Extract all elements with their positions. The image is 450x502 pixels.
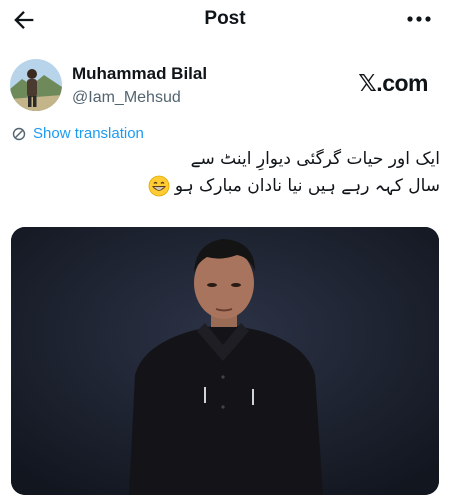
x-logo: 𝕏.com xyxy=(358,70,428,96)
tweet-line-2-row: سال کہہ رہے ہیں نیا نادان مبارک ہو xyxy=(40,173,440,200)
video-still xyxy=(11,227,439,495)
page-title: Post xyxy=(204,8,246,29)
globe-icon xyxy=(12,127,26,140)
grinning-face-emoji xyxy=(148,175,169,197)
show-translation-label: Show translation xyxy=(33,125,144,142)
more-horizontal-icon[interactable] xyxy=(406,12,432,26)
tweet-line-1: ایک اور حیات گرگئی دیوارِ اینٹ سے xyxy=(190,149,440,169)
tweet-media[interactable] xyxy=(11,227,439,495)
author-handle[interactable]: @Iam_Mehsud xyxy=(72,89,207,107)
author-name[interactable]: Muhammad Bilal xyxy=(72,64,207,84)
author-info: Muhammad Bilal @Iam_Mehsud xyxy=(72,64,207,107)
tweet-line-2: سال کہہ رہے ہیں نیا نادان مبارک ہو xyxy=(174,176,440,196)
top-bar: Post xyxy=(0,0,450,40)
show-translation-link[interactable]: Show translation xyxy=(12,125,144,142)
avatar[interactable] xyxy=(10,59,62,111)
avatar-photo xyxy=(10,59,62,111)
tweet-text: ایک اور حیات گرگئی دیوارِ اینٹ سے سال کہ… xyxy=(40,146,440,200)
